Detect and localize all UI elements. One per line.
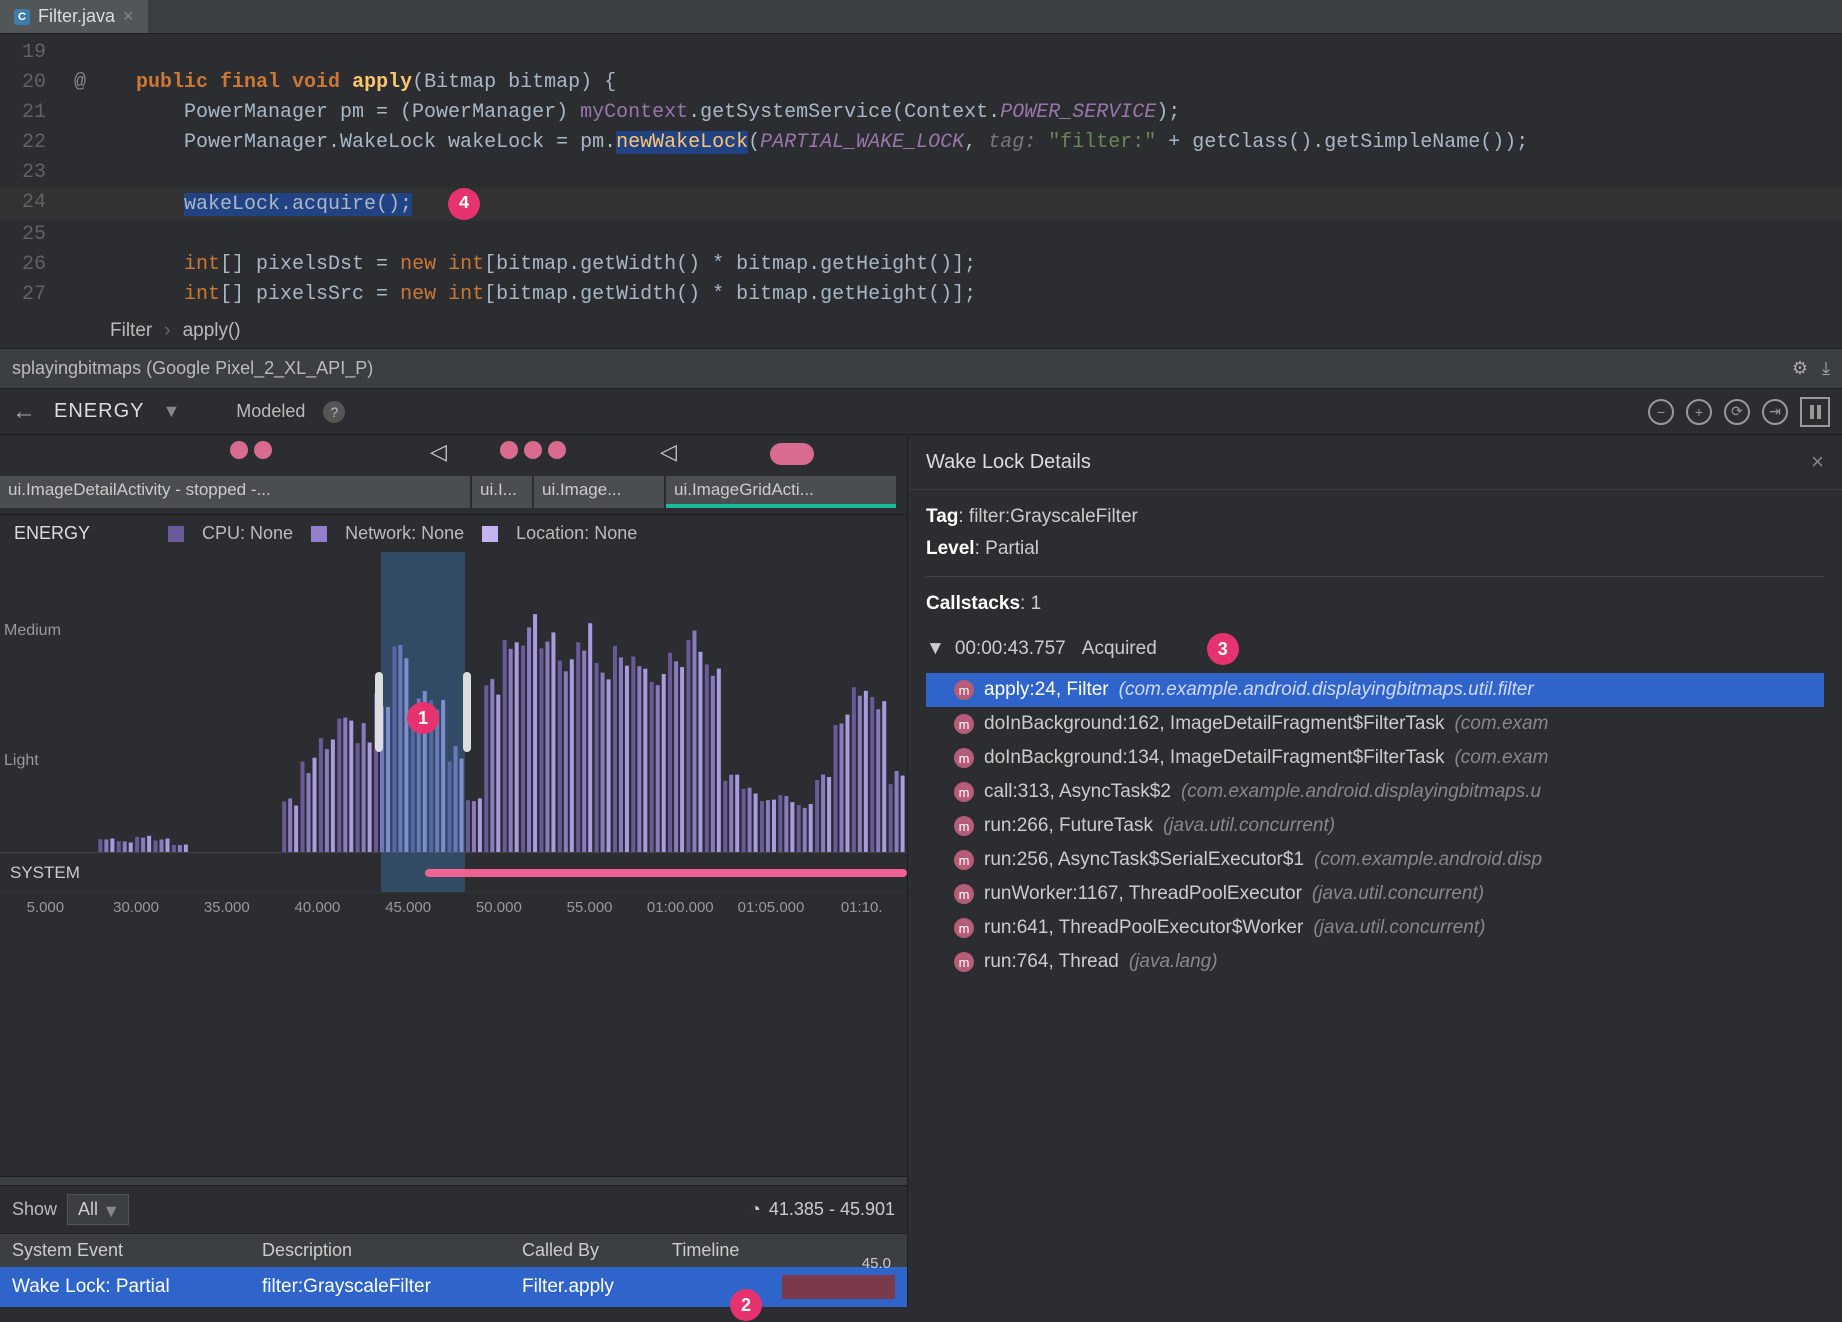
annotation-badge-4: 4 <box>448 188 480 220</box>
callstack-list: ▼ 00:00:43.757 Acquired 3 mapply:24, Fil… <box>926 625 1824 979</box>
gear-icon[interactable]: ⚙ <box>1792 358 1808 379</box>
modeled-label: Modeled <box>236 401 305 422</box>
energy-axis-label: ENERGY <box>14 523 90 544</box>
close-icon[interactable]: × <box>123 6 134 27</box>
selection-handle-left[interactable] <box>375 672 383 752</box>
code-editor[interactable]: 19 20@ public final void apply(Bitmap bi… <box>0 34 1842 314</box>
details-header: Wake Lock Details × <box>908 435 1842 490</box>
editor-tab-bar: C Filter.java × <box>0 0 1842 34</box>
annotation-badge-3: 3 <box>1207 633 1239 665</box>
network-swatch <box>311 526 327 542</box>
breadcrumb-class[interactable]: Filter <box>110 320 152 342</box>
stack-frame[interactable]: mdoInBackground:162, ImageDetailFragment… <box>926 707 1824 741</box>
clock-icon: ◔ <box>750 1199 761 1220</box>
profiler-title: ENERGY <box>54 400 144 423</box>
energy-legend: ENERGY CPU: None Network: None Location:… <box>0 515 907 552</box>
splitter[interactable] <box>0 1176 907 1186</box>
zoom-reset-icon[interactable]: ⟳ <box>1724 399 1750 425</box>
chevron-right-icon: › <box>164 320 170 342</box>
zoom-in-icon[interactable]: + <box>1686 399 1712 425</box>
activity-strip[interactable]: ◁ ◁ ui.ImageDetailActivity - stopped -..… <box>0 435 907 515</box>
stack-frame[interactable]: mcall:313, AsyncTask$2 (com.example.andr… <box>926 775 1824 809</box>
energy-toolbar: ← ENERGY ▼ Modeled ? − + ⟳ ⇥ <box>0 389 1842 435</box>
toggle-icon <box>770 443 814 465</box>
editor-tab-filter[interactable]: C Filter.java × <box>0 0 148 33</box>
stack-frame[interactable]: mrun:764, Thread (java.lang) <box>926 945 1824 979</box>
selection-band[interactable]: 1 <box>381 552 464 892</box>
override-gutter-icon[interactable]: @ <box>60 68 100 98</box>
filter-row: Show All ▼ ◔ 41.385 - 45.901 <box>0 1186 907 1233</box>
stack-frame[interactable]: mrun:256, AsyncTask$SerialExecutor$1 (co… <box>926 843 1824 877</box>
session-label: splayingbitmaps (Google Pixel_2_XL_API_P… <box>12 358 373 379</box>
export-icon[interactable]: ⤓ <box>1822 358 1830 379</box>
profiler-session-header: splayingbitmaps (Google Pixel_2_XL_API_P… <box>0 349 1842 389</box>
tab-filename: Filter.java <box>38 6 115 27</box>
chevron-down-icon: ▼ <box>926 638 945 660</box>
close-icon[interactable]: × <box>1811 449 1824 475</box>
selection-handle-right[interactable] <box>463 672 471 752</box>
time-axis: 5.00030.00035.00040.00045.00050.00055.00… <box>0 892 907 922</box>
stack-frame[interactable]: mrunWorker:1167, ThreadPoolExecutor (jav… <box>926 877 1824 911</box>
energy-chart[interactable]: Medium Light 1 SYSTEM 5.00030.00035.0004… <box>0 552 907 1176</box>
show-select[interactable]: All ▼ <box>67 1194 129 1225</box>
zoom-fit-icon[interactable]: ⇥ <box>1762 399 1788 425</box>
stack-frame[interactable]: mapply:24, Filter (com.example.android.d… <box>926 673 1824 707</box>
stack-frame[interactable]: mrun:641, ThreadPoolExecutor$Worker (jav… <box>926 911 1824 945</box>
breadcrumb-method[interactable]: apply() <box>183 320 241 342</box>
location-swatch <box>482 526 498 542</box>
breadcrumb: Filter › apply() <box>0 314 1842 349</box>
annotation-badge-1: 1 <box>407 702 439 734</box>
range-value: 41.385 - 45.901 <box>769 1199 895 1220</box>
help-icon[interactable]: ? <box>323 401 345 423</box>
pause-button[interactable] <box>1800 397 1830 427</box>
chevron-down-icon: ▼ <box>102 1201 120 1222</box>
nav-back-icon: ◁ <box>430 439 447 465</box>
activity-label: ui.ImageDetailActivity - stopped -... <box>0 476 470 508</box>
class-icon: C <box>14 9 30 25</box>
stack-frame[interactable]: mrun:266, FutureTask (java.util.concurre… <box>926 809 1824 843</box>
cpu-swatch <box>168 526 184 542</box>
callstack-header[interactable]: ▼ 00:00:43.757 Acquired 3 <box>926 625 1824 673</box>
back-icon[interactable]: ← <box>12 398 36 426</box>
nav-back-icon: ◁ <box>660 439 677 465</box>
stack-frame[interactable]: mdoInBackground:134, ImageDetailFragment… <box>926 741 1824 775</box>
event-table-header: System Event Description Called By Timel… <box>0 1233 907 1267</box>
zoom-out-icon[interactable]: − <box>1648 399 1674 425</box>
dropdown-icon[interactable]: ▼ <box>162 401 180 422</box>
event-row-wakelock[interactable]: Wake Lock: Partial filter:GrayscaleFilte… <box>0 1267 907 1307</box>
